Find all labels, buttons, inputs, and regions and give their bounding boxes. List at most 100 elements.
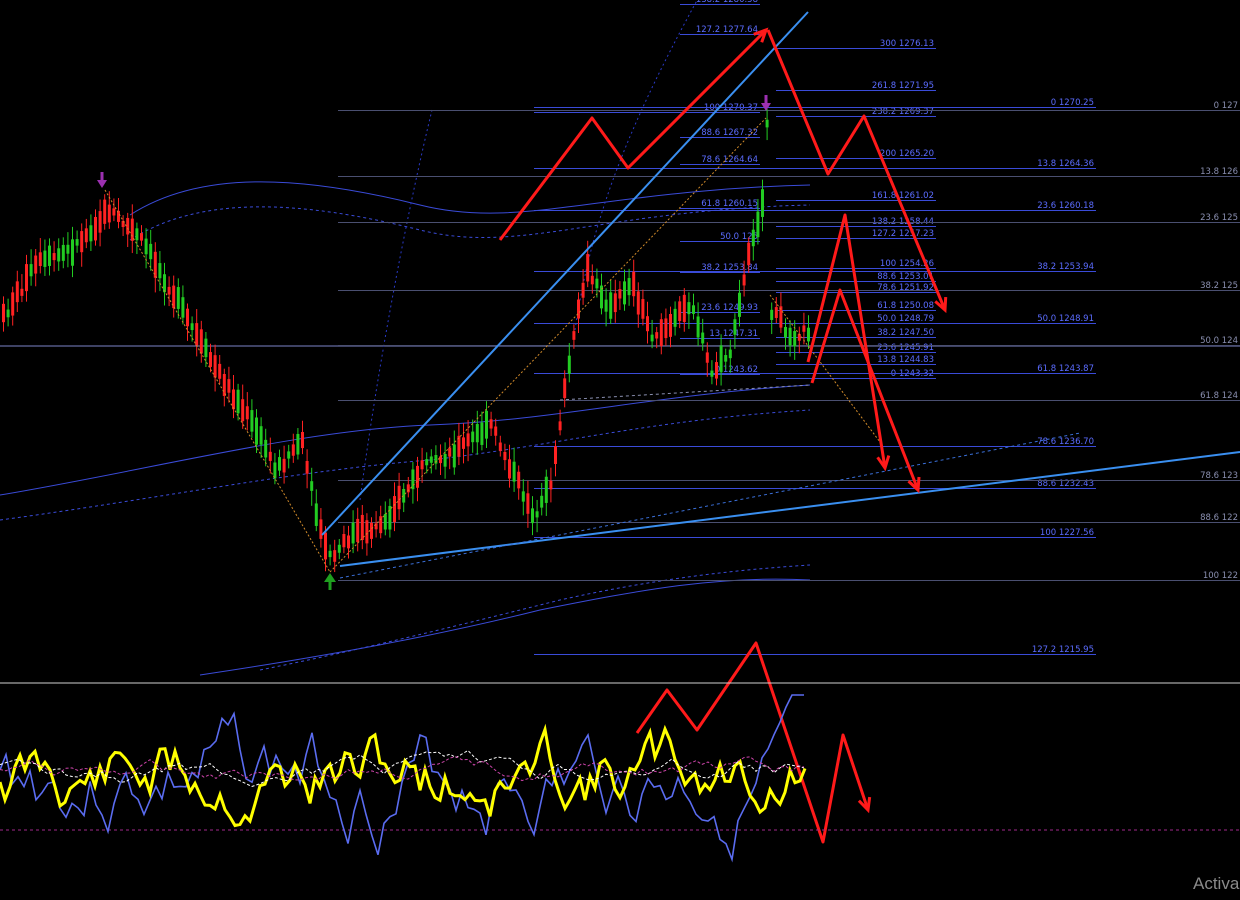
candle-body <box>646 316 649 332</box>
candle-body <box>250 410 254 432</box>
candle-body <box>167 286 171 295</box>
oscillator-pane <box>0 694 1240 863</box>
candle-body <box>641 299 645 319</box>
candle-body <box>163 274 166 293</box>
candle-body <box>268 451 272 461</box>
candle-body <box>733 319 737 335</box>
fib-level-label: 61.8 1243.87 <box>1037 364 1094 374</box>
fib-level-label: 200 1265.20 <box>880 149 934 159</box>
candle-body <box>439 456 442 464</box>
candle-body <box>701 332 705 344</box>
candle-body <box>779 306 783 328</box>
candle-body <box>613 293 617 313</box>
candle-body <box>176 287 180 309</box>
zigzag-leg <box>769 294 881 443</box>
candle-body <box>738 292 741 317</box>
candle-body <box>52 253 56 261</box>
fib-level-label: 13.8 1264.36 <box>1037 159 1094 169</box>
fib-level-label: 261.8 1271.95 <box>872 81 934 91</box>
fib-level-label: 238.2 1269.37 <box>872 107 934 117</box>
candle-body <box>25 264 28 292</box>
candle-body <box>632 271 636 297</box>
candle-body <box>498 442 502 451</box>
candle-body <box>595 278 599 289</box>
candle-body <box>356 518 360 543</box>
candle-body <box>586 254 590 282</box>
candle-body <box>512 461 516 482</box>
candle-body <box>347 535 350 549</box>
candle-body <box>719 345 723 373</box>
candle-body <box>692 305 695 314</box>
candle-body <box>659 319 663 347</box>
candle-body <box>103 199 107 224</box>
candle-body <box>112 208 116 216</box>
candle-body <box>567 355 571 374</box>
fib-level-label: 88.6 1253.01 <box>877 272 934 282</box>
fib-level-label: 50.0 1248.91 <box>1037 314 1094 324</box>
fib-level-label: 23.6 1249.93 <box>701 303 758 313</box>
candle-body <box>301 431 304 449</box>
candle-body <box>563 378 567 399</box>
candle-body <box>705 352 709 363</box>
candle-body <box>34 255 38 274</box>
candle-body <box>140 233 143 241</box>
candle-body <box>149 243 153 260</box>
activation-watermark: Activa <box>1193 874 1240 893</box>
osc-main-line <box>0 723 807 828</box>
candle-body <box>503 452 507 461</box>
fib-level-label: 61.8 1250.08 <box>877 301 934 311</box>
candle-body <box>774 307 778 318</box>
candle-body <box>526 493 530 514</box>
candle-body <box>747 242 751 266</box>
candle-body <box>420 460 424 470</box>
envelope-line <box>199 578 811 676</box>
candle-body <box>264 439 268 458</box>
candle-body <box>71 239 74 266</box>
candle-body <box>765 119 769 128</box>
candle-body <box>84 228 88 243</box>
candle-body <box>209 352 212 367</box>
candle-body <box>278 457 281 471</box>
zigzag-leg <box>104 189 331 573</box>
envelope-line <box>0 384 811 496</box>
candle-body <box>411 469 415 490</box>
candle-body <box>475 423 479 443</box>
trading-chart[interactable]: 138.2 1280.58127.2 1277.64100 1270.3788.… <box>0 0 1240 900</box>
fib-level-label: 161.8 1261.02 <box>872 191 934 201</box>
fractal-down-icon <box>97 172 107 188</box>
candle-body <box>130 218 134 241</box>
candle-body <box>319 519 323 539</box>
fib-level-label: 61.8 124 <box>1200 391 1238 401</box>
fib-level-label: 23.6 1260.18 <box>1037 201 1094 211</box>
fib-level-label: 23.6 125 <box>1200 213 1238 223</box>
candle-body <box>89 225 93 242</box>
candle-body <box>751 229 755 247</box>
candle-body <box>448 447 452 457</box>
fib-level-label: 100 122 <box>1203 571 1238 581</box>
candle-body <box>282 458 286 473</box>
candle-body <box>337 544 341 553</box>
candle-body <box>770 309 774 320</box>
candle-body <box>696 316 700 338</box>
fractal-down-icon <box>761 95 771 111</box>
candle-body <box>558 421 562 431</box>
candle-body <box>664 318 668 339</box>
fib-level-label: 127.2 1257.23 <box>872 229 934 239</box>
candle-body <box>6 309 10 318</box>
fib-level-label: 100 1227.56 <box>1040 528 1094 538</box>
candle-body <box>2 303 5 323</box>
candle-body <box>222 373 226 397</box>
candle-body <box>236 389 240 414</box>
candle-body <box>650 334 654 342</box>
dashed-support <box>559 384 811 401</box>
fib-level-label: 78.6 123 <box>1200 471 1238 481</box>
candle-body <box>577 299 580 319</box>
candle-body <box>636 291 640 315</box>
candle-body <box>190 323 194 331</box>
candle-body <box>784 327 787 338</box>
candle-body <box>126 217 130 235</box>
candle-body <box>186 308 189 327</box>
fib-level-label: 13.8 126 <box>1200 167 1238 177</box>
candle-body <box>494 426 498 436</box>
candle-body <box>678 301 682 321</box>
